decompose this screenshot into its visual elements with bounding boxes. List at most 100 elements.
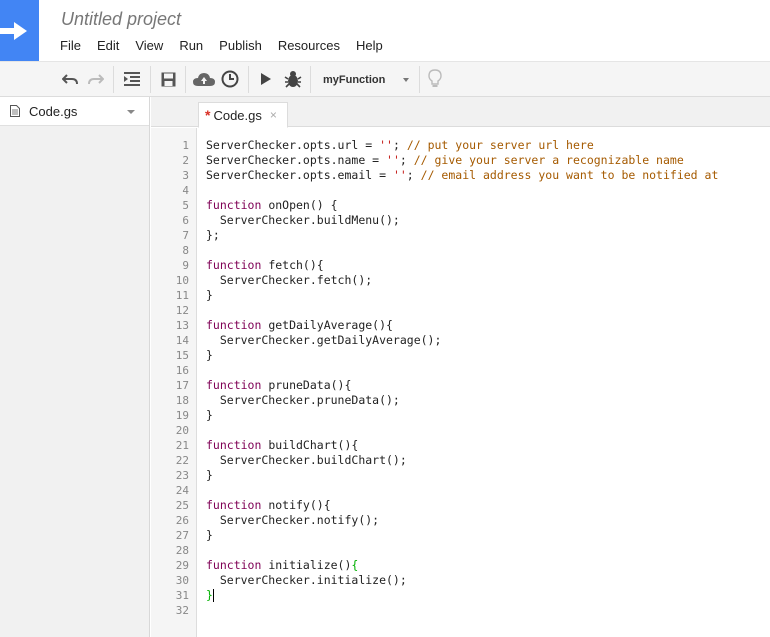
close-icon[interactable]: × <box>270 108 277 122</box>
code-line[interactable]: 24 <box>151 483 770 498</box>
run-button[interactable] <box>256 68 276 90</box>
menu-view[interactable]: View <box>127 37 171 54</box>
save-icon <box>161 72 175 86</box>
code-line-text: function initialize(){ <box>206 558 359 572</box>
line-number: 2 <box>182 154 189 167</box>
code-line[interactable]: 4 <box>151 183 770 198</box>
redo-icon <box>88 74 104 85</box>
chevron-down-icon[interactable] <box>127 110 135 114</box>
code-line-text: } <box>206 588 214 602</box>
code-line[interactable]: 13 function getDailyAverage(){ <box>151 318 770 333</box>
indent-button[interactable] <box>121 68 143 90</box>
code-line[interactable]: 21 function buildChart(){ <box>151 438 770 453</box>
code-line-text: function notify(){ <box>206 498 331 512</box>
menu-run[interactable]: Run <box>171 37 211 54</box>
code-line[interactable]: 12 <box>151 303 770 318</box>
code-line[interactable]: 11} <box>151 288 770 303</box>
unsaved-marker: * <box>205 107 211 123</box>
code-editor[interactable]: 1 ServerChecker.opts.url = ''; // put you… <box>151 138 770 618</box>
redo-button[interactable] <box>86 68 106 90</box>
code-line[interactable]: 23} <box>151 468 770 483</box>
code-line-text: function onOpen() { <box>206 198 338 212</box>
toolbar-separator <box>113 66 114 93</box>
line-number: 22 <box>175 454 189 467</box>
function-select[interactable]: myFunction <box>314 66 417 93</box>
code-line[interactable]: 26 ServerChecker.notify(); <box>151 513 770 528</box>
code-line[interactable]: 6 ServerChecker.buildMenu(); <box>151 213 770 228</box>
undo-icon <box>62 74 78 85</box>
code-line[interactable]: 30 ServerChecker.initialize(); <box>151 573 770 588</box>
code-line-text: ServerChecker.pruneData(); <box>206 393 400 407</box>
line-number: 25 <box>175 499 189 512</box>
sidebar-file-item[interactable]: Code.gs <box>0 97 149 126</box>
code-line[interactable]: 31} <box>151 588 770 603</box>
line-number: 28 <box>175 544 189 557</box>
code-line[interactable]: 17 function pruneData(){ <box>151 378 770 393</box>
code-line[interactable]: 25 function notify(){ <box>151 498 770 513</box>
deploy-button[interactable] <box>192 68 216 90</box>
debug-button[interactable] <box>282 68 304 90</box>
code-line[interactable]: 14 ServerChecker.getDailyAverage(); <box>151 333 770 348</box>
code-line[interactable]: 32 <box>151 603 770 618</box>
apps-script-logo[interactable] <box>0 0 39 61</box>
code-line-text: function getDailyAverage(){ <box>206 318 393 332</box>
code-line[interactable]: 8 <box>151 243 770 258</box>
code-line-text: ServerChecker.buildMenu(); <box>206 213 400 227</box>
line-number: 30 <box>175 574 189 587</box>
tab-code-gs[interactable]: * Code.gs × <box>198 102 288 128</box>
line-number: 12 <box>175 304 189 317</box>
toolbar-separator <box>150 66 151 93</box>
code-line-text: ServerChecker.opts.url = ''; // put your… <box>206 138 594 152</box>
code-line-text: ServerChecker.buildChart(); <box>206 453 407 467</box>
lightbulb-icon <box>428 69 442 87</box>
code-line[interactable]: 22 ServerChecker.buildChart(); <box>151 453 770 468</box>
menu-help[interactable]: Help <box>348 37 391 54</box>
code-line[interactable]: 28 <box>151 543 770 558</box>
menu-resources[interactable]: Resources <box>270 37 348 54</box>
code-line[interactable]: 15} <box>151 348 770 363</box>
undo-button[interactable] <box>60 68 80 90</box>
project-title[interactable]: Untitled project <box>61 9 181 30</box>
menu-file[interactable]: File <box>52 37 89 54</box>
code-line[interactable]: 18 ServerChecker.pruneData(); <box>151 393 770 408</box>
code-line[interactable]: 29 function initialize(){ <box>151 558 770 573</box>
line-number: 32 <box>175 604 189 617</box>
line-number: 15 <box>175 349 189 362</box>
save-button[interactable] <box>157 68 179 90</box>
line-number: 31 <box>175 589 189 602</box>
line-number: 29 <box>175 559 189 572</box>
tab-label: Code.gs <box>213 107 262 123</box>
code-line[interactable]: 5 function onOpen() { <box>151 198 770 213</box>
suggestions-button[interactable] <box>425 68 445 90</box>
triggers-button[interactable] <box>219 68 241 90</box>
code-line[interactable]: 20 <box>151 423 770 438</box>
code-line[interactable]: 27} <box>151 528 770 543</box>
code-line-text: } <box>206 408 213 422</box>
code-line[interactable]: 10 ServerChecker.fetch(); <box>151 273 770 288</box>
code-line[interactable]: 19} <box>151 408 770 423</box>
code-line-text: ServerChecker.notify(); <box>206 513 380 527</box>
code-line-text: ServerChecker.getDailyAverage(); <box>206 333 442 347</box>
code-line[interactable]: 9 function fetch(){ <box>151 258 770 273</box>
run-icon <box>261 73 271 85</box>
line-number: 10 <box>175 274 189 287</box>
code-line-text: ServerChecker.opts.email = ''; // email … <box>206 168 719 182</box>
line-number: 9 <box>182 259 189 272</box>
code-line[interactable]: 2 ServerChecker.opts.name = ''; // give y… <box>151 153 770 168</box>
line-number: 8 <box>182 244 189 257</box>
text-cursor <box>212 589 214 602</box>
menu-publish[interactable]: Publish <box>211 37 270 54</box>
code-line[interactable]: 16 <box>151 363 770 378</box>
code-line-text: } <box>206 288 213 302</box>
line-number: 27 <box>175 529 189 542</box>
arrow-right-icon <box>0 21 27 40</box>
menu-edit[interactable]: Edit <box>89 37 127 54</box>
code-line[interactable]: 7}; <box>151 228 770 243</box>
code-line[interactable]: 1 ServerChecker.opts.url = ''; // put you… <box>151 138 770 153</box>
indent-icon <box>124 72 140 86</box>
code-line-text: } <box>206 468 213 482</box>
menu-bar: File Edit View Run Publish Resources Hel… <box>52 37 391 54</box>
code-line-text: function buildChart(){ <box>206 438 359 452</box>
code-line[interactable]: 3 ServerChecker.opts.email = ''; // email… <box>151 168 770 183</box>
code-line-text: function fetch(){ <box>206 258 324 272</box>
